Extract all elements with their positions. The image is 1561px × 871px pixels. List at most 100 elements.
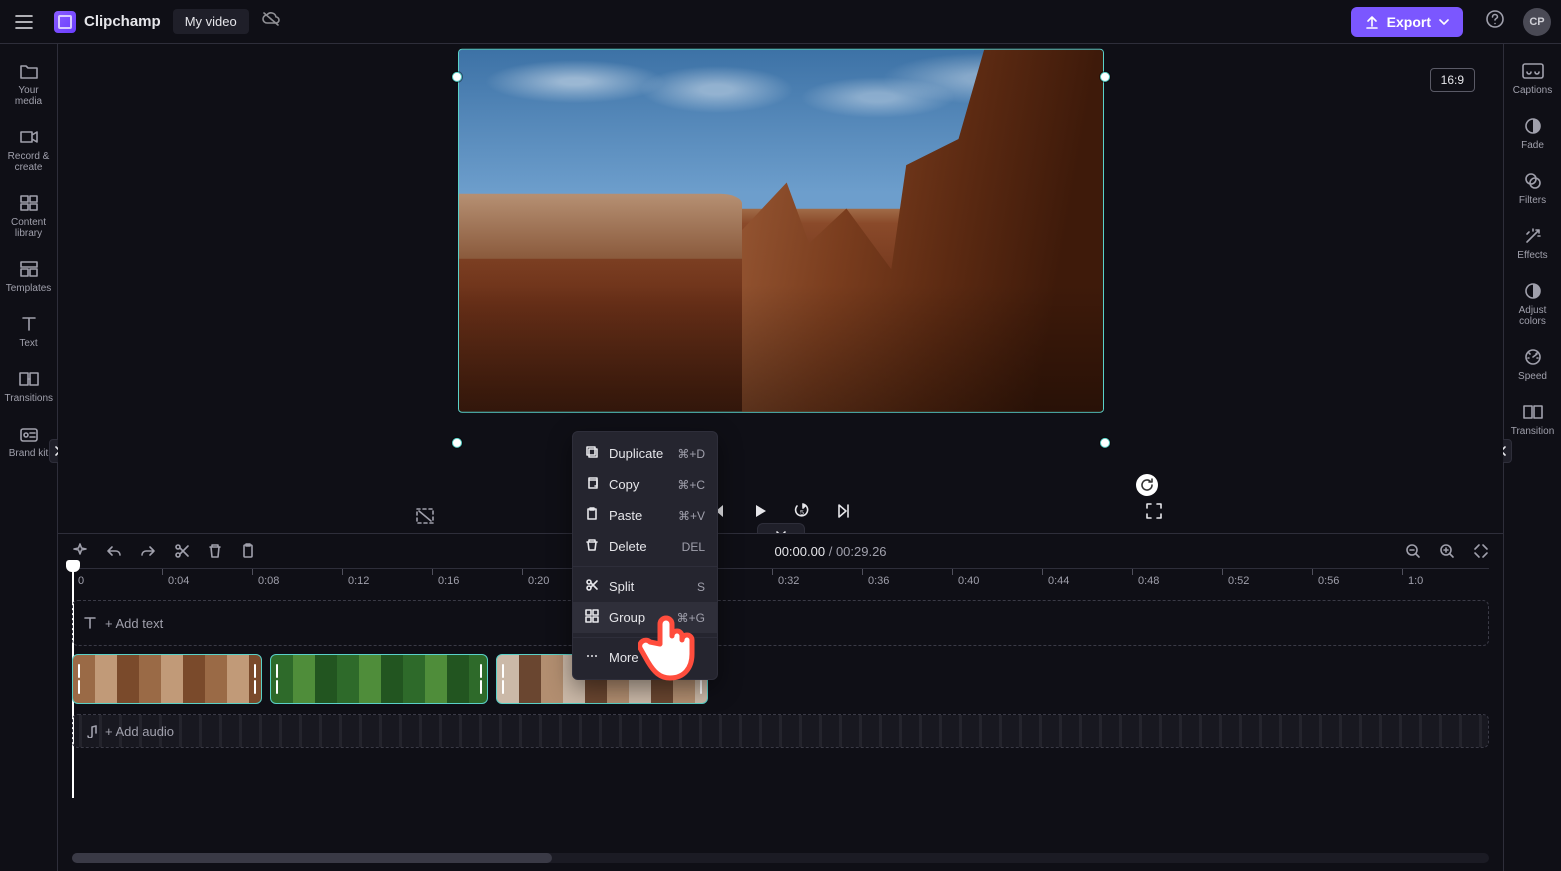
- playhead-handle[interactable]: [66, 560, 80, 572]
- video-track[interactable]: [72, 654, 1489, 704]
- context-menu-item-paste[interactable]: Paste ⌘+V: [573, 500, 717, 531]
- sidebar-item-label: Record & create: [5, 151, 53, 173]
- play-button[interactable]: [752, 503, 768, 524]
- hamburger-icon: [15, 15, 33, 29]
- export-button[interactable]: Export: [1351, 7, 1463, 37]
- timeline-timecode: 00:00.00 / 00:29.26: [774, 544, 886, 559]
- delete-icon: [585, 538, 599, 555]
- context-menu-item-delete[interactable]: DeleteDEL: [573, 531, 717, 562]
- clip-trim-right[interactable]: [251, 664, 259, 694]
- context-menu-item-label: More: [609, 650, 639, 665]
- user-avatar[interactable]: CP: [1523, 8, 1551, 36]
- duplicate-split-button[interactable]: [240, 543, 256, 559]
- audio-track[interactable]: + Add audio: [72, 714, 1489, 748]
- auto-enhance-button[interactable]: [72, 543, 88, 559]
- clip-trim-left[interactable]: [273, 664, 281, 694]
- context-menu-item-duplicate[interactable]: Duplicate⌘+D: [573, 438, 717, 469]
- clip-trim-right[interactable]: [477, 664, 485, 694]
- sidebar-item-content-library[interactable]: Content library: [0, 184, 57, 250]
- zoom-in-button[interactable]: [1439, 543, 1455, 559]
- app-header: Clipchamp My video Export CP: [0, 0, 1561, 44]
- context-menu-item-label: Delete: [609, 539, 647, 554]
- preview-canvas[interactable]: [458, 48, 1104, 412]
- video-clip[interactable]: [270, 654, 488, 704]
- cloud-sync-status[interactable]: [261, 11, 281, 32]
- context-menu-item-split[interactable]: SplitS: [573, 571, 717, 602]
- timeline-toolbar: 00:00.00 / 00:29.26: [58, 534, 1503, 568]
- more-icon: [585, 649, 599, 666]
- menu-button[interactable]: [10, 8, 38, 36]
- project-title[interactable]: My video: [173, 9, 249, 34]
- sidebar-item-text[interactable]: Text: [0, 305, 57, 360]
- aspect-ratio-button[interactable]: 16:9: [1430, 68, 1475, 92]
- media-folder-icon: [19, 62, 39, 80]
- help-button[interactable]: [1485, 9, 1505, 34]
- timeline-scrollbar-thumb[interactable]: [72, 853, 552, 863]
- sidebar-item-transitions[interactable]: Transitions: [0, 360, 57, 415]
- timeline-scrollbar[interactable]: [72, 853, 1489, 863]
- resize-handle-bottom-left[interactable]: [452, 437, 462, 447]
- undo-button[interactable]: [106, 544, 122, 558]
- preview-stage: 16:9 5: [58, 44, 1503, 533]
- templates-icon: [19, 260, 39, 278]
- fullscreen-button[interactable]: [1145, 502, 1163, 525]
- ruler-tick-label: 0:08: [258, 575, 279, 587]
- sidebar-item-filters[interactable]: Filters: [1504, 162, 1561, 217]
- captions-icon: [1522, 63, 1544, 79]
- zoom-fit-button[interactable]: [1473, 543, 1489, 559]
- sidebar-item-templates[interactable]: Templates: [0, 250, 57, 305]
- sidebar-item-label: Fade: [1521, 140, 1544, 151]
- filters-icon: [1524, 172, 1542, 190]
- ruler-tick-label: 0:52: [1228, 575, 1249, 587]
- text-icon: [20, 315, 38, 333]
- video-clip[interactable]: [72, 654, 262, 704]
- seek-forward-button[interactable]: 5: [794, 503, 810, 524]
- context-menu-item-label: Paste: [609, 508, 642, 523]
- sparkle-icon: [72, 543, 88, 559]
- ruler-tick-label: 0:48: [1138, 575, 1159, 587]
- paste-icon: [585, 507, 599, 524]
- ruler-tick: 0:12: [342, 569, 369, 592]
- context-menu-separator: [573, 566, 717, 567]
- app-name: Clipchamp: [84, 13, 161, 30]
- clipchamp-logo-icon: [54, 11, 76, 33]
- ruler-tick: 0:04: [162, 569, 189, 592]
- sidebar-item-speed[interactable]: Speed: [1504, 338, 1561, 393]
- context-menu-shortcut: ⌘+V: [678, 509, 705, 523]
- timeline-ruler[interactable]: 00:040:080:120:160:200:320:360:400:440:4…: [72, 568, 1489, 592]
- resize-handle-top-left[interactable]: [452, 71, 462, 81]
- ruler-tick: 0:48: [1132, 569, 1159, 592]
- text-track[interactable]: + Add text: [72, 600, 1489, 646]
- resize-handle-bottom-right[interactable]: [1100, 437, 1110, 447]
- zoom-out-button[interactable]: [1405, 543, 1421, 559]
- sidebar-item-label: Text: [19, 338, 37, 349]
- split-icon: [585, 578, 599, 595]
- app-logo[interactable]: Clipchamp: [54, 11, 161, 33]
- sidebar-item-fade[interactable]: Fade: [1504, 107, 1561, 162]
- delete-button[interactable]: [208, 543, 222, 559]
- redo-icon: [140, 544, 156, 558]
- clip-trim-left[interactable]: [75, 664, 83, 694]
- ruler-tick-label: 1:0: [1408, 575, 1423, 587]
- sidebar-item-captions[interactable]: Captions: [1504, 52, 1561, 107]
- sidebar-item-effects[interactable]: Effects: [1504, 217, 1561, 272]
- split-button[interactable]: [174, 543, 190, 559]
- ruler-tick-label: 0:44: [1048, 575, 1069, 587]
- context-menu-item-copy[interactable]: Copy⌘+C: [573, 469, 717, 500]
- sidebar-item-your-media[interactable]: Your media: [0, 52, 57, 118]
- sidebar-item-record-create[interactable]: Record & create: [0, 118, 57, 184]
- ruler-tick: 0:16: [432, 569, 459, 592]
- sidebar-item-transition[interactable]: Transition: [1504, 393, 1561, 448]
- resize-handle-top-right[interactable]: [1100, 71, 1110, 81]
- redo-button[interactable]: [140, 544, 156, 558]
- seek-end-button[interactable]: [836, 503, 852, 524]
- ruler-tick: 0:08: [252, 569, 279, 592]
- ruler-tick: 0:20: [522, 569, 549, 592]
- sidebar-item-adjust-colors[interactable]: Adjust colors: [1504, 272, 1561, 338]
- ruler-tick-label: 0: [78, 575, 84, 587]
- transition-icon: [1523, 404, 1543, 420]
- clip-trim-left[interactable]: [499, 664, 507, 694]
- brand-kit-icon: [19, 425, 39, 443]
- sidebar-item-label: Content library: [5, 217, 53, 239]
- sidebar-item-label: Brand kit: [9, 448, 48, 459]
